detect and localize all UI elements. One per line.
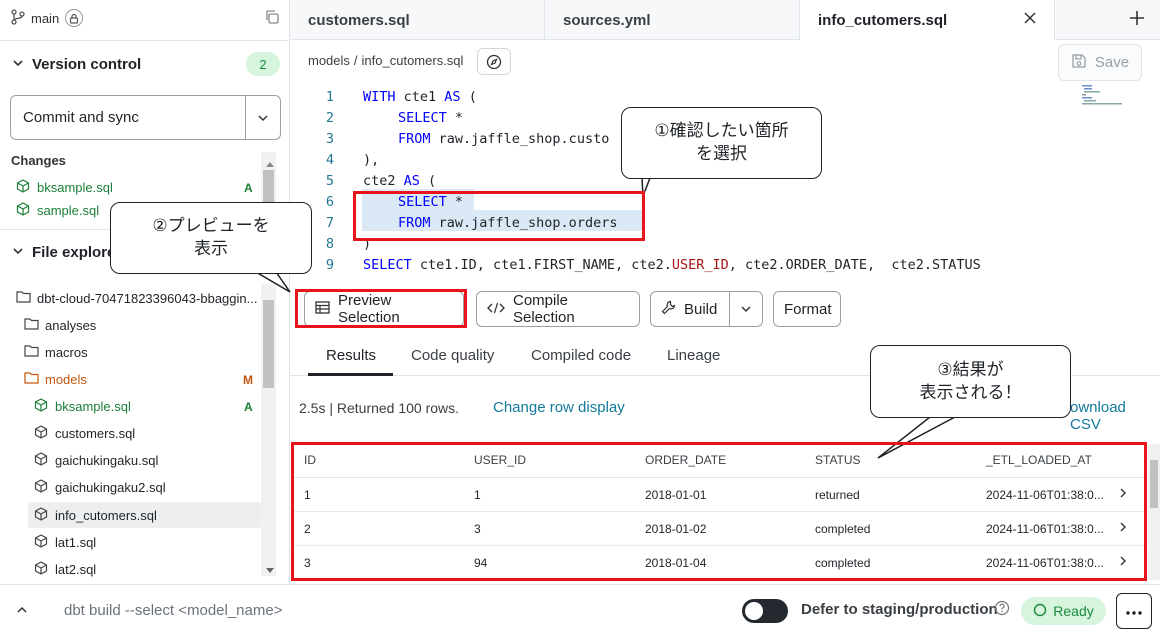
callout-pointer (253, 271, 291, 293)
annotation-highlight-selection (353, 191, 645, 241)
callout-select-range: ①確認したい箇所 を選択 (621, 107, 822, 179)
callout-text: 表示 (194, 239, 228, 259)
callout-text: ③結果が (937, 359, 1004, 380)
annotation-highlight-results (291, 442, 1147, 581)
callout-text: を選択 (696, 144, 747, 164)
dbt-cloud-ide: main Version control 2 Commit and sync C… (0, 0, 1160, 638)
callout-text: ①確認したい箇所 (654, 121, 789, 141)
callout-text: 表示される！ (919, 382, 1022, 403)
callout-text: ②プレビューを (152, 216, 270, 236)
callout-show-preview: ②プレビューを 表示 (110, 202, 312, 274)
callout-results-shown: ③結果が 表示される！ (870, 345, 1071, 418)
annotation-highlight-preview (295, 289, 467, 328)
